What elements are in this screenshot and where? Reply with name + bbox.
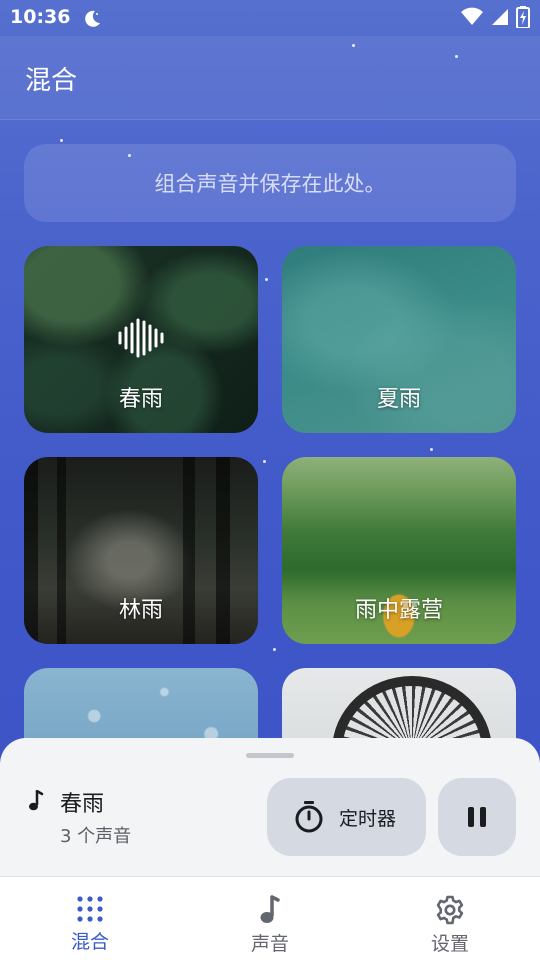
- sound-wave-playing-icon: [118, 318, 164, 358]
- battery-icon: [516, 6, 530, 28]
- music-note-icon: [29, 790, 44, 811]
- app-bar: 混合: [0, 36, 540, 120]
- mix-card-summer-rain[interactable]: 夏雨: [282, 246, 516, 433]
- empty-mixes-info-banner: 组合声音并保存在此处。: [24, 144, 516, 222]
- nav-item-settings[interactable]: 设置: [360, 877, 540, 960]
- pause-icon: [468, 807, 486, 827]
- status-time: 10:36: [10, 6, 71, 28]
- mix-card-label: 夏雨: [376, 387, 421, 412]
- timer-button[interactable]: 定时器: [267, 778, 426, 856]
- mix-card-label: 雨中露营: [354, 598, 443, 623]
- nav-label: 混合: [70, 931, 109, 953]
- nav-item-sounds[interactable]: 声音: [180, 877, 360, 960]
- mix-card-forest-rain[interactable]: 林雨: [24, 457, 258, 644]
- music-note-icon: [260, 895, 280, 923]
- mix-card-spring-rain[interactable]: 春雨: [24, 246, 258, 433]
- mix-card-label: 春雨: [118, 387, 163, 412]
- now-playing-sheet: 春雨 3 个声音 定时器: [0, 738, 540, 876]
- status-bar: 10:36: [0, 0, 540, 36]
- sheet-drag-handle[interactable]: [246, 753, 294, 758]
- info-banner-text: 组合声音并保存在此处。: [154, 172, 386, 196]
- nav-label: 声音: [250, 933, 289, 955]
- page-title: 混合: [25, 66, 78, 96]
- pause-button[interactable]: [438, 778, 516, 856]
- nav-item-mixes[interactable]: 混合: [0, 877, 180, 960]
- nav-label: 设置: [430, 933, 469, 955]
- star-decoration: [263, 460, 266, 463]
- signal-icon: [492, 9, 508, 25]
- star-decoration: [273, 648, 276, 651]
- mix-card-label: 林雨: [118, 598, 163, 623]
- star-decoration: [265, 278, 268, 281]
- bottom-navigation: 混合 声音 设置: [0, 876, 540, 960]
- wifi-icon: [461, 7, 483, 25]
- star-decoration: [430, 448, 433, 451]
- grid-dots-icon: [77, 896, 103, 922]
- do-not-disturb-moon-icon: [85, 10, 100, 27]
- timer-icon: [295, 801, 323, 833]
- timer-button-label: 定时器: [339, 807, 397, 830]
- now-playing-subtitle: 3 个声音: [60, 826, 132, 847]
- mix-card-camping-in-rain[interactable]: 雨中露营: [282, 457, 516, 644]
- star-decoration: [60, 139, 63, 142]
- gear-icon: [436, 895, 464, 925]
- now-playing-title: 春雨: [60, 792, 105, 817]
